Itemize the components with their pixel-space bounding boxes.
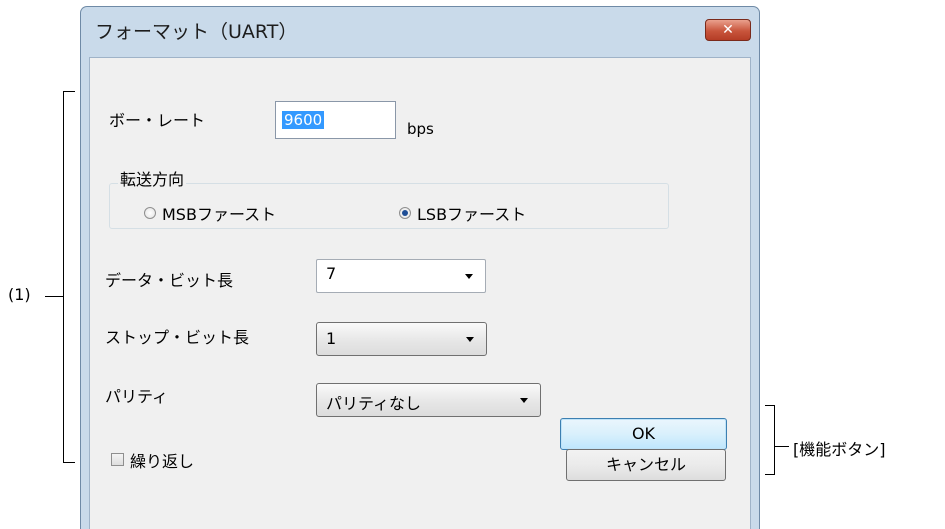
dialog-title: フォーマット（UART） bbox=[95, 21, 298, 43]
close-button[interactable]: ✕ bbox=[705, 19, 751, 41]
annotation-buttons-bracket bbox=[765, 405, 775, 475]
chevron-down-icon bbox=[466, 337, 474, 342]
data-bit-length-label: データ・ビット長 bbox=[105, 271, 234, 290]
data-bit-length-value: 7 bbox=[326, 264, 337, 283]
annotation-area1: (1) bbox=[8, 285, 31, 304]
transfer-direction-label: 転送方向 bbox=[118, 166, 187, 190]
annotation-area1-tick bbox=[45, 296, 64, 297]
stop-bit-length-value: 1 bbox=[326, 329, 337, 348]
ok-button[interactable]: OK bbox=[560, 418, 727, 450]
radio-lsb-first-label[interactable]: LSBファースト bbox=[417, 201, 526, 225]
radio-msb-first[interactable] bbox=[144, 207, 156, 219]
dialog-content: ボー・レート 9600 bps 転送方向 MSBファースト LSBファースト デ… bbox=[89, 57, 751, 529]
repeat-checkbox[interactable] bbox=[111, 453, 124, 466]
annotation-function-buttons: [機能ボタン] bbox=[793, 440, 886, 459]
radio-lsb-first[interactable] bbox=[399, 207, 411, 219]
parity-label: パリティ bbox=[105, 387, 169, 406]
annotation-area1-bracket bbox=[63, 91, 75, 463]
chevron-down-icon bbox=[520, 398, 528, 403]
radio-msb-first-label[interactable]: MSBファースト bbox=[162, 201, 276, 225]
repeat-label[interactable]: 繰り返し bbox=[130, 448, 194, 472]
format-uart-dialog: フォーマット（UART） ✕ ボー・レート 9600 bps 転送方向 MSBフ… bbox=[80, 6, 760, 529]
data-bit-length-select[interactable]: 7 bbox=[316, 259, 486, 293]
title-bar[interactable]: フォーマット（UART） ✕ bbox=[81, 7, 759, 57]
stop-bit-length-select[interactable]: 1 bbox=[316, 322, 487, 356]
baud-rate-value: 9600 bbox=[282, 111, 325, 129]
close-icon: ✕ bbox=[722, 22, 734, 38]
annotation-buttons-tick bbox=[775, 446, 789, 447]
chevron-down-icon bbox=[465, 274, 473, 279]
baud-rate-unit: bps bbox=[407, 120, 434, 138]
parity-value: パリティなし bbox=[326, 394, 422, 413]
cancel-button[interactable]: キャンセル bbox=[566, 449, 726, 481]
baud-rate-input[interactable]: 9600 bbox=[275, 101, 396, 139]
parity-select[interactable]: パリティなし bbox=[316, 383, 541, 417]
baud-rate-label: ボー・レート bbox=[109, 111, 206, 130]
stop-bit-length-label: ストップ・ビット長 bbox=[105, 328, 250, 347]
